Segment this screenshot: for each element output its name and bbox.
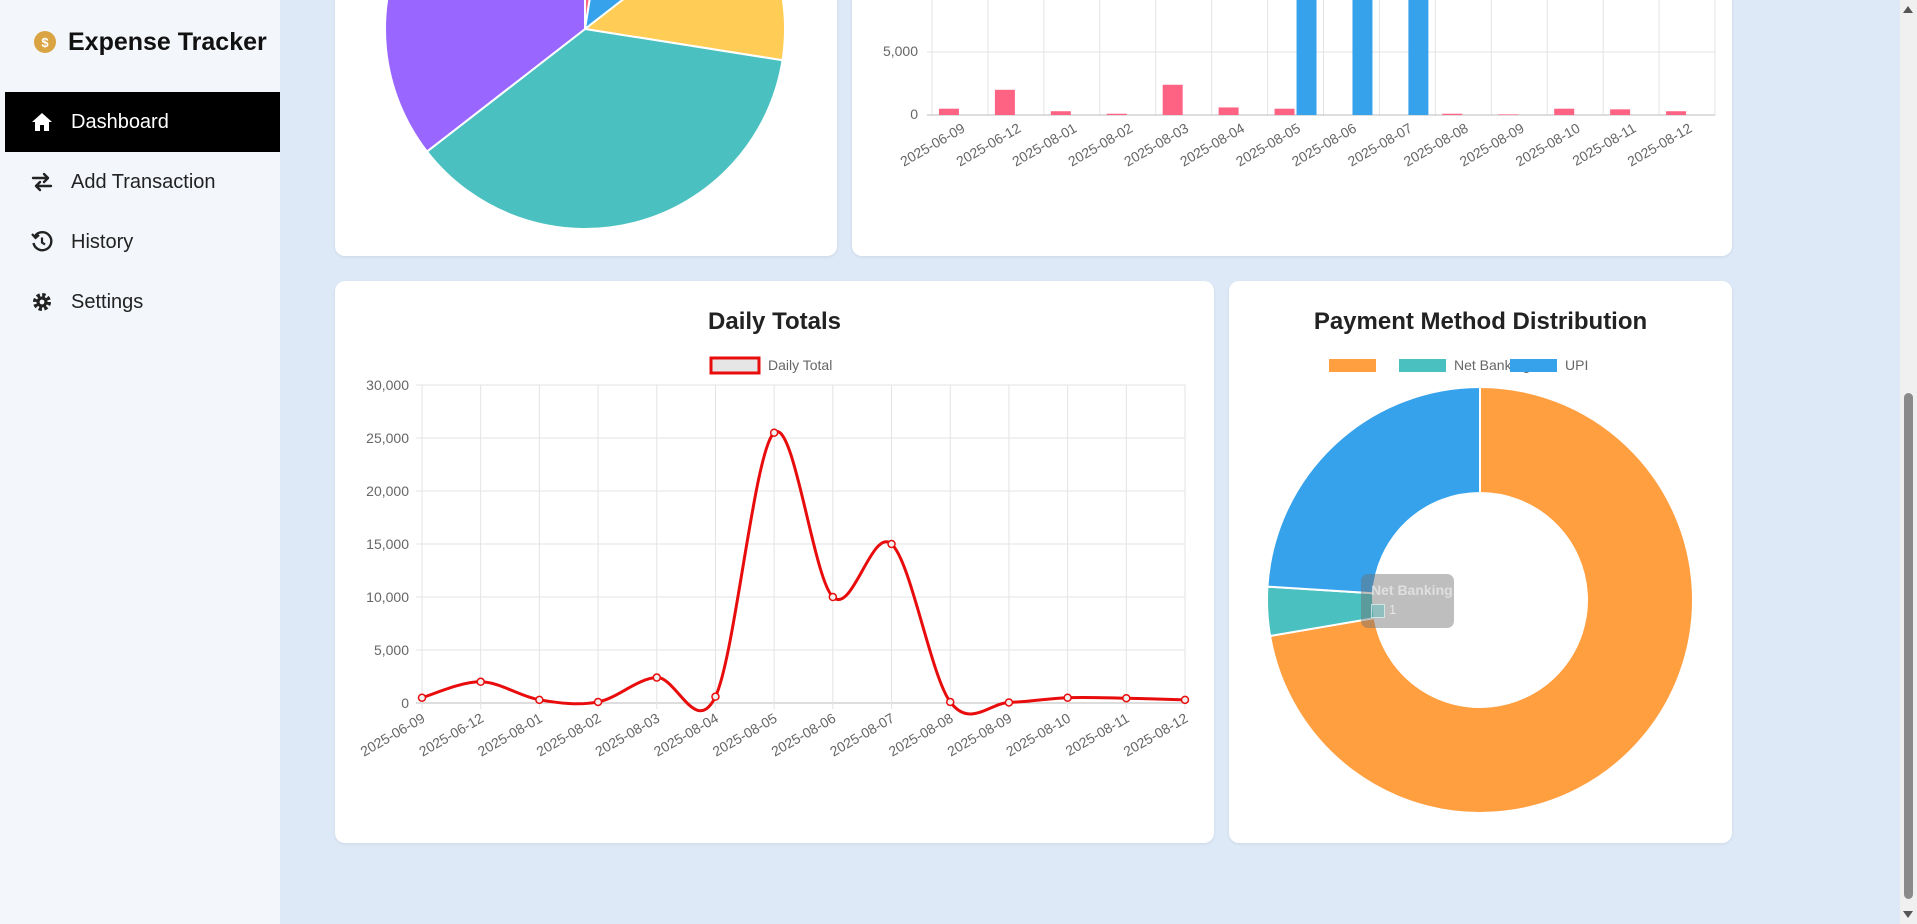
donut-slice-2: [1266, 385, 1481, 595]
bar-y-tick-label: 5,000: [883, 43, 918, 59]
line-point-1: [476, 677, 485, 687]
line-x-tick-label: 2025-08-02: [534, 710, 604, 760]
category-pie-chart: [384, 0, 786, 230]
line-x-tick-label: 2025-08-07: [827, 710, 897, 760]
line-point-3: [593, 697, 603, 707]
line-x-tick-label: 2025-08-11: [1063, 710, 1132, 759]
sidebar: $ Expense Tracker Dashboard Add Transact…: [0, 0, 280, 924]
payment-method-chart: Net Banking UPI: [1266, 357, 1694, 814]
bar-13-0: [1666, 111, 1687, 115]
app-root: $ Expense Tracker Dashboard Add Transact…: [0, 0, 1917, 924]
sidebar-item-label: Add Transaction: [71, 170, 216, 193]
bar-8-1: [1408, 0, 1429, 115]
line-x-tick-label: 2025-08-01: [475, 710, 545, 760]
line-x-tick-label: 2025-08-04: [651, 710, 721, 760]
exchange-icon: [29, 169, 55, 195]
line-y-tick-label: 20,000: [366, 483, 409, 499]
bar-7-1: [1352, 0, 1373, 115]
line-x-tick-label: 2025-06-12: [416, 710, 486, 760]
line-point-2: [535, 695, 544, 705]
daily-totals-card: Daily Totals Daily Total 0 5,000 10,000 15,0…: [335, 281, 1214, 843]
brand-title: Expense Tracker: [68, 27, 267, 56]
line-y-tick-label: 30,000: [366, 377, 409, 393]
bar-4-0: [1162, 84, 1183, 115]
money-bag-icon: $: [34, 31, 56, 53]
scroll-thumb[interactable]: [1904, 393, 1913, 899]
sidebar-item-label: History: [71, 230, 134, 253]
bar-3-0: [1106, 113, 1127, 115]
line-point-13: [1180, 695, 1190, 705]
daily-totals-chart: Daily Total 0 5,000 10,000 15,000 20,000 25,00…: [357, 356, 1191, 760]
bar-x-tick-label: 2025-08-10: [1513, 120, 1583, 170]
tooltip-swatch: [1371, 604, 1385, 618]
line-y-tick-label: 15,000: [366, 536, 409, 552]
legend-label-daily-total: Daily Total: [768, 357, 832, 373]
line-x-tick-label: 2025-08-05: [710, 710, 780, 760]
page-scrollbar[interactable]: [1900, 0, 1917, 924]
line-point-6: [769, 428, 779, 437]
bar-12-0: [1610, 109, 1631, 115]
line-point-8: [887, 539, 896, 549]
home-icon: [29, 109, 55, 135]
sidebar-item-dashboard[interactable]: Dashboard: [5, 92, 280, 152]
line-x-tick-label: 2025-08-10: [1003, 710, 1073, 760]
line-x-tick-label: 2025-08-06: [768, 710, 838, 760]
brand: $ Expense Tracker: [34, 24, 267, 60]
line-point-7: [828, 592, 838, 602]
line-y-tick-label: 5,000: [374, 642, 409, 658]
bar-11-0: [1554, 108, 1575, 115]
bar-y-tick-label: 0: [910, 106, 918, 122]
tooltip-title: Net Banking: [1371, 582, 1453, 598]
sidebar-nav: Dashboard Add Transaction History Settin…: [5, 92, 280, 332]
line-y-tick-label: 25,000: [366, 430, 409, 446]
bar-1-0: [994, 89, 1015, 115]
sidebar-item-label: Dashboard: [71, 110, 169, 133]
series-line-daily-total: [421, 430, 1186, 716]
sidebar-item-label: Settings: [71, 290, 144, 313]
legend-swatch-2: [1510, 359, 1557, 372]
line-point-10: [1004, 698, 1014, 707]
bar-6-0: [1274, 108, 1295, 115]
line-x-tick-label: 2025-06-09: [357, 710, 427, 760]
daily-bar-chart: 05,0002025-06-092025-06-122025-08-012025…: [883, 0, 1716, 170]
bar-0-0: [938, 108, 959, 115]
sidebar-item-settings[interactable]: Settings: [5, 272, 280, 332]
line-point-9: [945, 697, 955, 707]
line-point-0: [417, 693, 427, 702]
scroll-up-arrow-icon[interactable]: [1903, 6, 1913, 13]
bar-x-tick-label: 2025-08-12: [1625, 120, 1695, 170]
legend-swatch-1: [1399, 359, 1446, 372]
daily-bar-card: 0 5,000 2025-06-09 2025-06-12 2025-08-01 2025…: [852, 0, 1732, 256]
bar-5-0: [1218, 107, 1239, 115]
chart-tooltip: Net Banking 1: [1361, 574, 1454, 628]
line-point-12: [1122, 693, 1131, 703]
gear-icon: [29, 289, 55, 315]
legend-swatch-0: [1329, 359, 1376, 372]
bar-9-0: [1442, 113, 1463, 115]
line-x-tick-label: 2025-08-08: [886, 710, 956, 760]
history-icon: [29, 229, 55, 255]
line-point-4: [652, 673, 662, 682]
bar-10-0: [1498, 114, 1519, 115]
legend-swatch-daily-total: [709, 356, 761, 375]
payment-method-card: Payment Method Distribution Net Banking U…: [1229, 281, 1732, 843]
sidebar-item-history[interactable]: History: [5, 212, 280, 272]
bar-6-1: [1296, 0, 1317, 115]
scroll-down-arrow-icon[interactable]: [1903, 911, 1913, 918]
category-pie-card: [335, 0, 837, 256]
line-y-tick-label: 10,000: [366, 589, 409, 605]
legend-label-2: UPI: [1565, 357, 1588, 373]
line-y-tick-label: 0: [401, 695, 409, 711]
line-point-5: [711, 692, 720, 701]
tooltip-value: 1: [1389, 602, 1397, 617]
sidebar-item-add-transaction[interactable]: Add Transaction: [5, 152, 280, 212]
line-x-tick-label: 2025-08-12: [1120, 710, 1190, 760]
bar-2-0: [1050, 111, 1071, 115]
line-x-tick-label: 2025-08-03: [592, 710, 662, 760]
line-x-tick-label: 2025-08-09: [944, 710, 1014, 760]
line-point-11: [1063, 693, 1072, 702]
